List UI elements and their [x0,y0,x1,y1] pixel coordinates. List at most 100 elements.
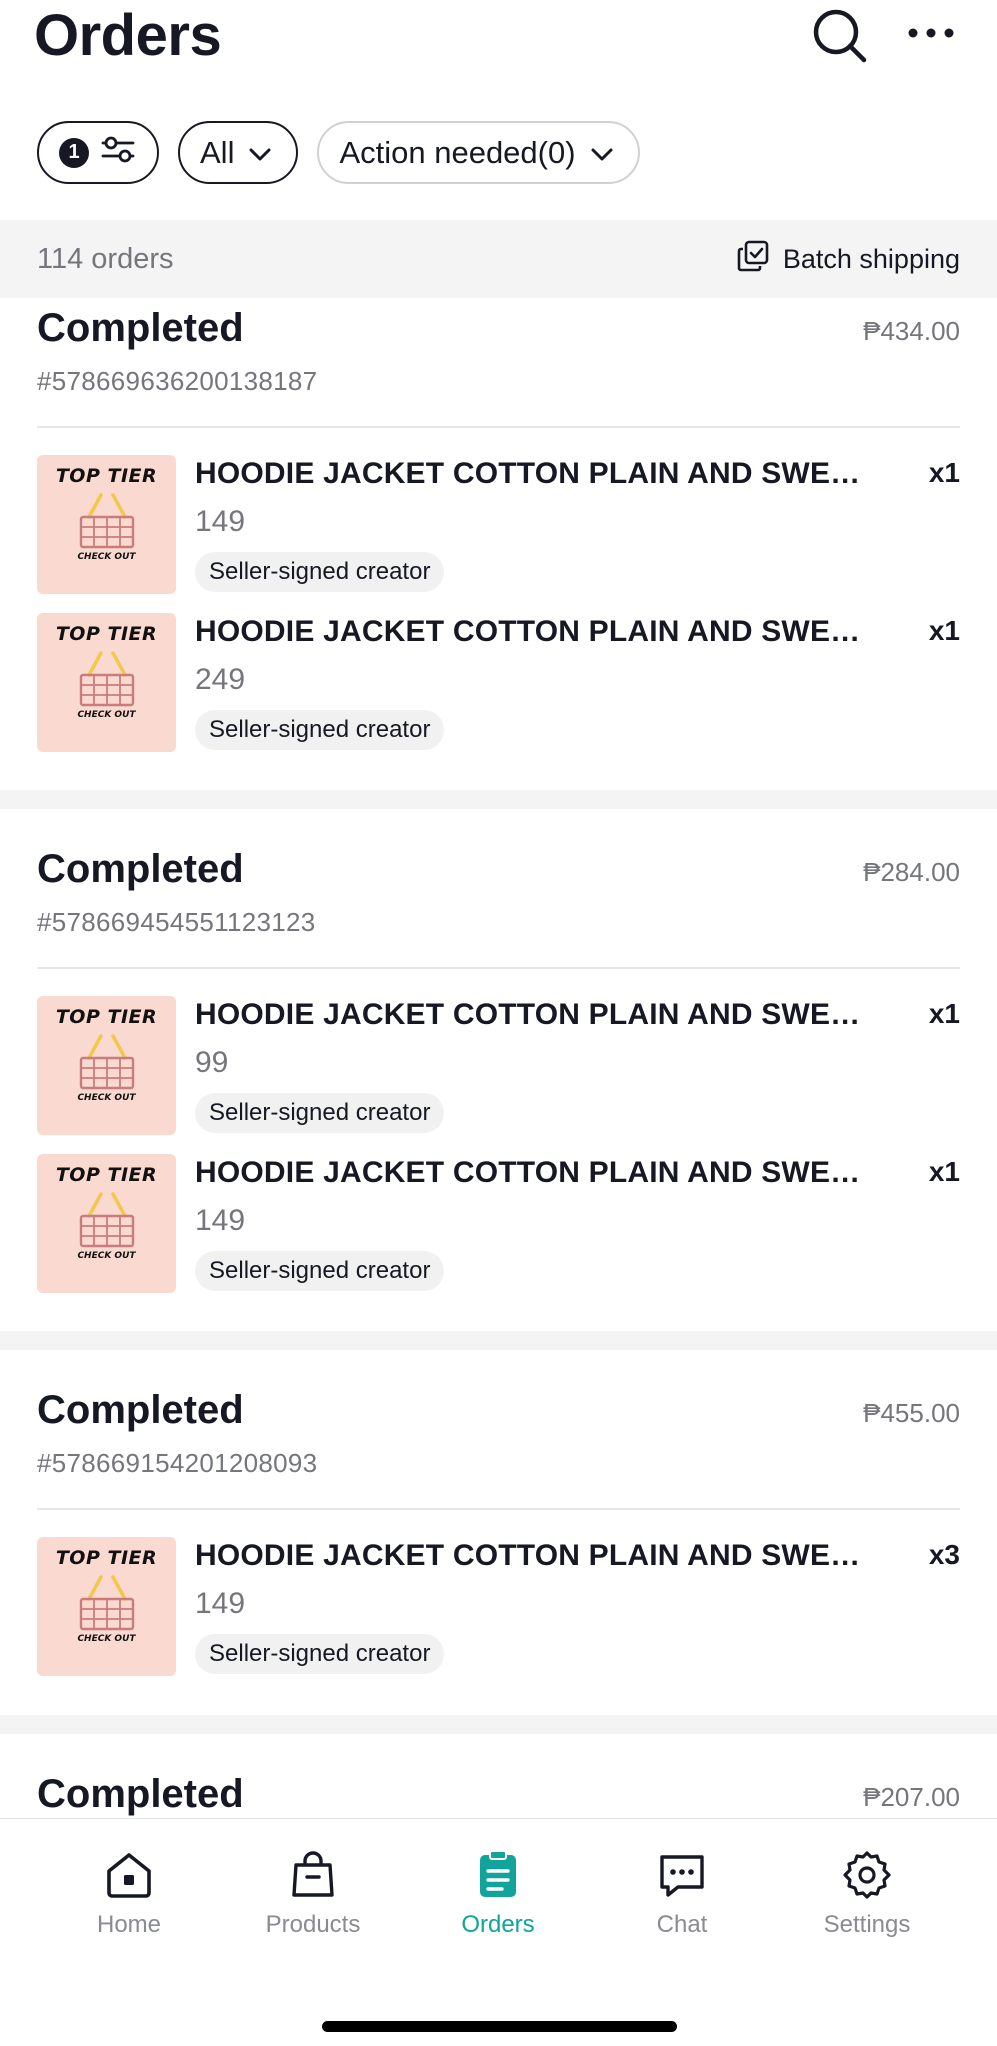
tab-settings[interactable]: Settings [787,1849,947,1939]
product-price: 149 [195,1204,246,1237]
product-name: HOODIE JACKET COTTON PLAIN AND SWEAT ... [195,998,875,1031]
chat-icon [660,1855,704,1897]
creator-tag: Seller-signed creator [195,552,445,592]
tab-label: Home [96,1911,162,1938]
tab-orders[interactable]: Orders [418,1849,578,1939]
order-total: ₱455.00 [863,1398,960,1428]
tab-home[interactable]: Home [49,1849,209,1939]
product-thumbnail: TOP TIER CHECK OUT [37,613,176,752]
order-id: #578669154201208093 [37,1448,318,1478]
order-item[interactable]: TOP TIER CHECK OUT HOODIE JACKET COTTON … [37,613,960,753]
order-item[interactable]: TOP TIER CHECK OUT HOODIE JACKET COTTON … [37,1537,960,1677]
basket-icon [79,1192,135,1248]
tab-chat[interactable]: Chat [602,1849,762,1939]
product-name: HOODIE JACKET COTTON PLAIN AND SWEAT ... [195,1539,875,1572]
tab-products[interactable]: Products [233,1849,393,1939]
order-status: Completed [37,847,244,891]
product-price: 149 [195,505,246,538]
order-card[interactable]: Completed ₱455.00 #578669154201208093 TO… [0,1350,997,1715]
order-id: #578669636200138187 [37,366,318,396]
batch-shipping-button[interactable]: Batch shipping [737,240,960,279]
orders-count: 114 orders [37,242,174,275]
order-separator [0,1715,997,1734]
order-card[interactable]: Completed ₱434.00 #578669636200138187 TO… [0,298,997,790]
product-price: 249 [195,663,246,696]
product-quantity: x1 [928,1156,960,1187]
orders-summary-bar: 114 orders Batch shipping [0,220,997,298]
more-icon[interactable] [902,6,962,66]
thumbnail-title: TOP TIER [55,623,158,645]
creator-tag: Seller-signed creator [195,710,445,750]
order-total: ₱434.00 [863,316,960,346]
orders-list: Completed ₱434.00 #578669636200138187 TO… [0,298,997,1818]
sliders-icon [101,135,135,171]
page-title: Orders [34,3,222,68]
thumbnail-caption: CHECK OUT [77,1634,136,1644]
order-status: Completed [37,1388,244,1432]
filter-bar: 1 All Action needed(0) [37,121,640,184]
divider [37,1508,960,1510]
order-separator [0,790,997,809]
header: Orders [0,0,997,80]
basket-icon [79,651,135,707]
filter-button[interactable]: 1 [37,121,159,184]
orders-icon [480,1850,516,1897]
order-card[interactable]: Completed ₱207.00 [0,1734,997,1818]
order-item[interactable]: TOP TIER CHECK OUT HOODIE JACKET COTTON … [37,1154,960,1294]
order-status: Completed [37,306,244,350]
tab-label: Settings [823,1911,911,1938]
thumbnail-title: TOP TIER [55,1547,158,1569]
product-price: 149 [195,1587,246,1620]
product-quantity: x1 [928,457,960,488]
product-name: HOODIE JACKET COTTON PLAIN AND SWEAT ... [195,615,875,648]
product-quantity: x1 [928,998,960,1029]
product-name: HOODIE JACKET COTTON PLAIN AND SWEAT ... [195,1156,875,1189]
chevron-down-icon [248,135,272,171]
order-id: #578669454551123123 [37,907,316,937]
action-needed-dropdown[interactable]: Action needed(0) [317,121,640,184]
product-quantity: x3 [928,1539,960,1570]
thumbnail-caption: CHECK OUT [77,1251,136,1261]
bag-icon [292,1851,334,1897]
order-item[interactable]: TOP TIER CHECK OUT HOODIE JACKET COTTON … [37,455,960,595]
order-total: ₱207.00 [863,1782,960,1812]
filter-count-badge: 1 [59,137,89,168]
status-dropdown-label: All [200,134,235,170]
batch-shipping-label: Batch shipping [782,243,960,274]
order-status: Completed [37,1772,244,1816]
bottom-tab-bar: Home Products Orders Chat Settings [0,1818,997,2046]
thumbnail-title: TOP TIER [55,1164,158,1186]
gear-icon [843,1851,891,1899]
thumbnail-title: TOP TIER [55,465,158,487]
tab-label: Orders [461,1911,535,1938]
product-thumbnail: TOP TIER CHECK OUT [37,996,176,1135]
order-item[interactable]: TOP TIER CHECK OUT HOODIE JACKET COTTON … [37,996,960,1136]
creator-tag: Seller-signed creator [195,1093,445,1133]
creator-tag: Seller-signed creator [195,1251,445,1291]
search-icon[interactable] [810,6,870,66]
thumbnail-title: TOP TIER [55,1006,158,1028]
divider [37,426,960,428]
order-card[interactable]: Completed ₱284.00 #578669454551123123 TO… [0,809,997,1331]
product-thumbnail: TOP TIER CHECK OUT [37,1154,176,1293]
creator-tag: Seller-signed creator [195,1634,445,1674]
home-icon [107,1853,151,1898]
basket-icon [79,1034,135,1090]
product-thumbnail: TOP TIER CHECK OUT [37,1537,176,1676]
tab-label: Products [265,1911,361,1938]
thumbnail-caption: CHECK OUT [77,710,136,720]
product-price: 99 [195,1046,229,1079]
home-indicator[interactable] [322,2021,677,2032]
product-thumbnail: TOP TIER CHECK OUT [37,455,176,594]
basket-icon [79,1575,135,1631]
basket-icon [79,493,135,549]
product-quantity: x1 [928,615,960,646]
status-dropdown[interactable]: All [178,121,299,184]
product-name: HOODIE JACKET COTTON PLAIN AND SWEAT ... [195,457,875,490]
thumbnail-caption: CHECK OUT [77,552,136,562]
action-needed-label: Action needed(0) [339,134,576,170]
thumbnail-caption: CHECK OUT [77,1093,136,1103]
order-total: ₱284.00 [863,857,960,887]
chevron-down-icon [590,135,614,171]
tab-label: Chat [656,1911,708,1938]
